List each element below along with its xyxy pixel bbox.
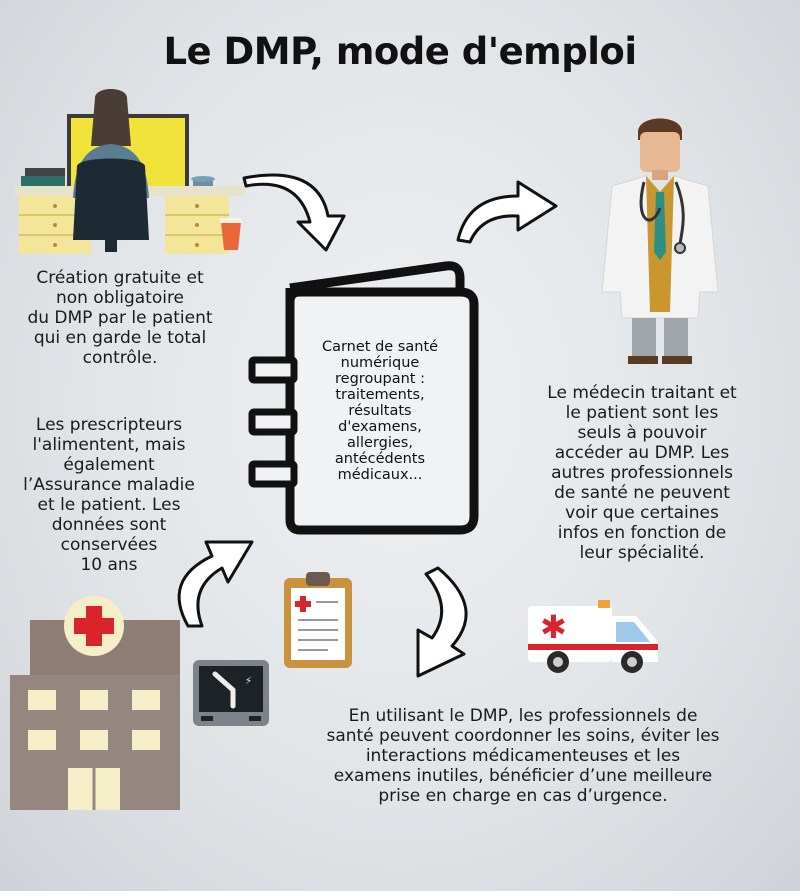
medecin-text: Le médecin traitant et le patient sont l… xyxy=(547,383,737,563)
doctor-icon xyxy=(601,118,719,364)
xray-monitor-icon: ⚡ xyxy=(193,660,269,726)
page-title: Le DMP, mode d'emploi xyxy=(163,30,637,73)
utilisant-text: En utilisant le DMP, les professionnels … xyxy=(326,706,720,806)
clipboard-icon xyxy=(284,572,352,668)
svg-text:⚡: ⚡ xyxy=(245,676,252,687)
carnet-text: Carnet de santé numérique regroupant : t… xyxy=(321,339,439,483)
hospital-icon xyxy=(10,596,180,810)
curved-arrow-icon xyxy=(242,173,346,252)
ambulance-icon: ✱ xyxy=(528,600,658,673)
prescripteurs-text: Les prescripteurs l'alimentent, mais éga… xyxy=(23,415,195,575)
curved-arrow-icon xyxy=(416,566,468,678)
svg-text:✱: ✱ xyxy=(540,608,567,646)
woman-at-desk-icon xyxy=(15,89,245,254)
curved-arrow-icon xyxy=(456,180,558,244)
creation-text: Création gratuite et non obligatoire du … xyxy=(27,268,213,368)
